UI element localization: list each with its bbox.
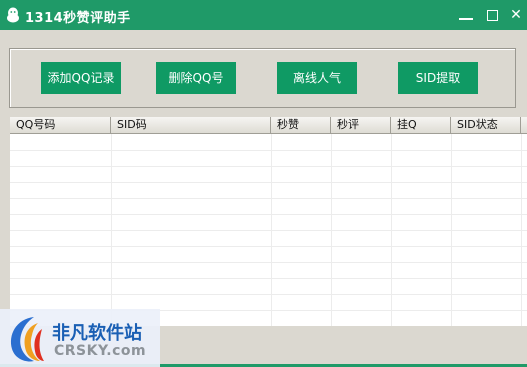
table-body[interactable] <box>10 134 527 326</box>
qq-record-table[interactable]: QQ号码 SID码 秒赞 秒评 挂Q SID状态 <box>10 117 527 326</box>
window-title: 1314秒赞评助手 <box>25 11 131 26</box>
table-column-line <box>521 134 522 326</box>
watermark: 非凡软件站 CRSKY.com <box>0 309 160 367</box>
minimize-button[interactable] <box>455 4 477 26</box>
table-row-line <box>10 150 527 151</box>
table-header: QQ号码 SID码 秒赞 秒评 挂Q SID状态 <box>10 117 527 134</box>
table-column-line <box>271 134 272 326</box>
minimize-icon <box>459 18 473 20</box>
table-row-line <box>10 214 527 215</box>
column-header-hang-q[interactable]: 挂Q <box>391 117 451 133</box>
add-qq-record-button[interactable]: 添加QQ记录 <box>41 62 121 94</box>
table-row-line <box>10 278 527 279</box>
table-row-line <box>10 294 527 295</box>
column-header-sid-status[interactable]: SID状态 <box>451 117 521 133</box>
maximize-icon <box>487 10 498 21</box>
table-column-line <box>331 134 332 326</box>
offline-popularity-button[interactable]: 离线人气 <box>277 62 357 94</box>
table-row-line <box>10 198 527 199</box>
table-row-line <box>10 262 527 263</box>
maximize-button[interactable] <box>481 4 503 26</box>
table-column-line <box>111 134 112 326</box>
sid-extract-button[interactable]: SID提取 <box>398 62 478 94</box>
table-row-line <box>10 182 527 183</box>
title-bar: 1314秒赞评助手 ✕ <box>0 0 527 30</box>
watermark-brand-en: CRSKY.com <box>54 343 147 359</box>
column-header-qq-number[interactable]: QQ号码 <box>10 117 111 133</box>
qq-penguin-icon <box>7 7 19 23</box>
table-row-line <box>10 230 527 231</box>
table-column-line <box>451 134 452 326</box>
close-button[interactable]: ✕ <box>505 4 527 26</box>
crsky-logo-icon <box>10 317 44 362</box>
watermark-brand-cn: 非凡软件站 <box>52 323 142 344</box>
table-row-line <box>10 166 527 167</box>
table-row-line <box>10 246 527 247</box>
table-column-line <box>391 134 392 326</box>
close-icon: ✕ <box>510 7 522 23</box>
column-header-sid[interactable]: SID码 <box>111 117 271 133</box>
column-header-second-like[interactable]: 秒赞 <box>271 117 331 133</box>
delete-qq-button[interactable]: 删除QQ号 <box>156 62 236 94</box>
column-header-second-comment[interactable]: 秒评 <box>331 117 391 133</box>
